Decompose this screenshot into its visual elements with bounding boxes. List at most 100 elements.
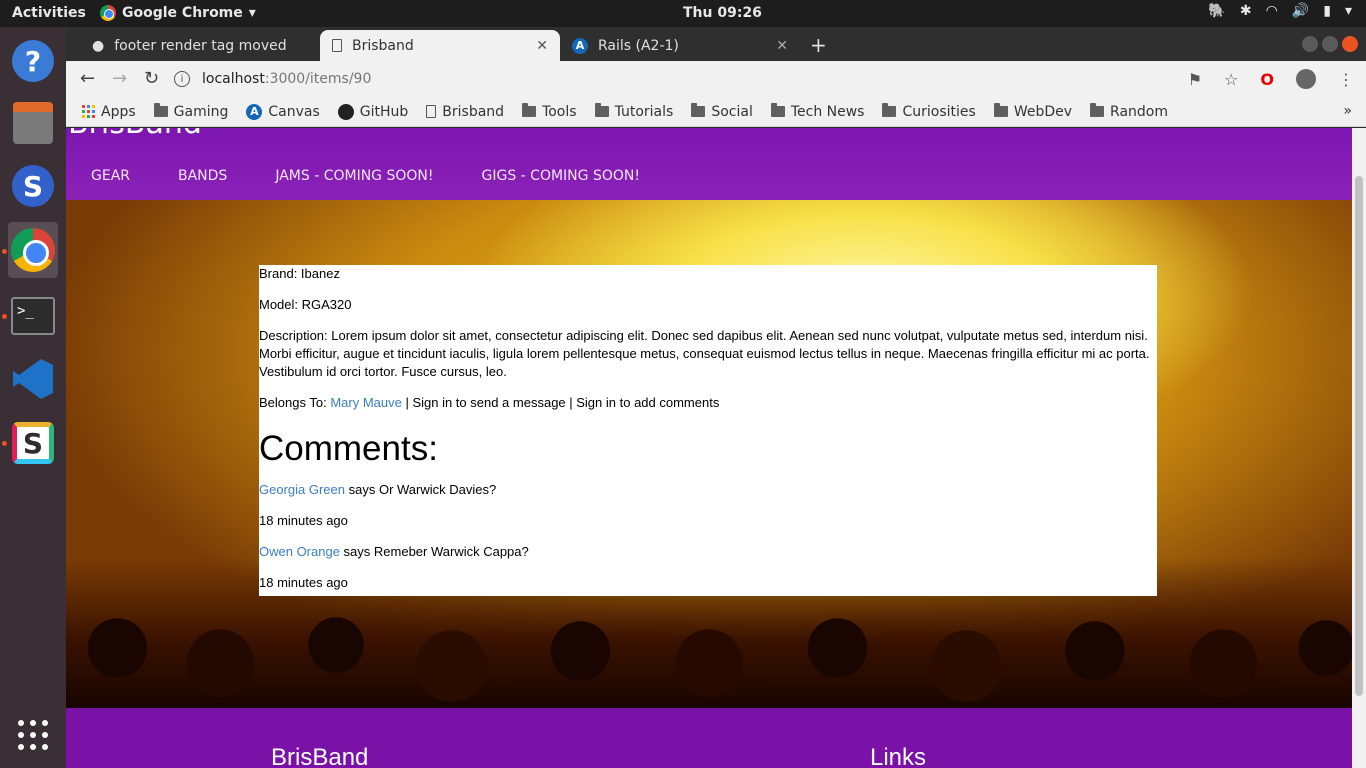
chevron-down-icon[interactable]: ▾ [1345,3,1352,19]
running-indicator [2,441,7,446]
close-icon[interactable]: ✕ [536,38,548,54]
bookmark-random[interactable]: Random [1090,103,1168,120]
show-apps-button[interactable] [8,707,58,763]
close-icon[interactable]: ✕ [776,38,788,54]
item-description: Description: Lorem ipsum dolor sit amet,… [259,328,1150,379]
page-scrollbar[interactable] [1352,128,1366,768]
window-controls [1302,36,1358,52]
dock-chrome[interactable] [8,222,58,278]
github-icon: ● [92,37,105,54]
bookmark-label: Brisband [442,103,505,120]
bookmark-tools[interactable]: Tools [522,103,577,120]
footer-links-heading: Links [870,744,927,768]
item-brand: Brand: Ibanez [259,266,340,281]
canvas-icon: A [246,103,263,120]
system-tray: 🐘 ✱ ◠ 🔊 ▮ ▾ [1208,3,1352,19]
tab-github[interactable]: ● footer render tag moved [80,30,320,61]
terminal-icon: >_ [11,297,55,335]
bookmarks-overflow-icon[interactable]: » [1343,103,1352,119]
system-top-bar: Activities Google Chrome ▾ Thu 09:26 🐘 ✱… [0,0,1366,27]
tab-title: footer render tag moved [114,37,287,54]
folder-icon [153,103,168,117]
comment-author-link[interactable]: Georgia Green [259,482,345,497]
address-bar[interactable]: i localhost:3000/items/90 [174,65,1164,93]
dock-files[interactable] [8,95,58,151]
activities-button[interactable]: Activities [12,5,86,21]
app-menu[interactable]: Google Chrome ▾ [100,5,256,21]
tab-title: Brisband [352,37,414,54]
avatar[interactable] [1296,69,1316,89]
comment-time: 18 minutes ago [259,575,348,590]
nav-gigs[interactable]: GIGS - COMING SOON! [482,168,640,184]
folder-icon [522,103,537,117]
bookmark-curiosities[interactable]: Curiosities [882,103,976,120]
nav-jams[interactable]: JAMS - COMING SOON! [275,168,433,184]
comment-time: 18 minutes ago [259,513,348,528]
dock-slack[interactable]: S [8,415,58,471]
simplenote-icon: S [12,165,54,207]
footer-brand: BrisBand [271,744,369,768]
bookmark-label: Tutorials [614,103,674,120]
opera-extension-icon[interactable]: O [1260,70,1274,89]
sign-in-links[interactable]: | Sign in to send a message | Sign in to… [402,395,719,410]
apps-grid-icon [18,720,48,750]
item-model: Model: RGA320 [259,297,352,312]
item-detail-card: Brand: Ibanez Model: RGA320 Description:… [259,265,1157,596]
bookmark-github[interactable]: GitHub [337,103,408,120]
translate-icon[interactable]: ⚑ [1188,70,1202,89]
bookmark-tutorials[interactable]: Tutorials [594,103,674,120]
url-path: :3000/items/90 [264,71,372,87]
maximize-button[interactable] [1322,36,1338,52]
bookmark-canvas[interactable]: A Canvas [246,103,320,120]
clock[interactable]: Thu 09:26 [683,5,762,21]
postgres-icon[interactable]: 🐘 [1208,3,1225,19]
menu-icon[interactable]: ⋮ [1338,70,1354,89]
tab-strip: ● footer render tag moved Brisband ✕ A R… [66,27,1366,61]
puzzle-icon[interactable]: ✱ [1240,3,1252,19]
bookmark-social[interactable]: Social [691,103,753,120]
minimize-button[interactable] [1302,36,1318,52]
folder-icon [1090,103,1105,117]
launcher-dock: ? S >_ S [0,27,66,768]
dock-help[interactable]: ? [8,33,58,89]
dock-terminal[interactable]: >_ [8,288,58,344]
page-viewport: BrisBand GEAR BANDS JAMS - COMING SOON! … [66,128,1352,768]
bookmark-gaming[interactable]: Gaming [153,103,229,120]
tab-title: Rails (A2-1) [598,37,679,54]
new-tab-button[interactable]: + [810,33,827,57]
close-window-button[interactable] [1342,36,1358,52]
comment-author-link[interactable]: Owen Orange [259,544,340,559]
github-icon [337,103,354,120]
bookmark-brisband[interactable]: Brisband [426,104,504,120]
nav-bands[interactable]: BANDS [178,168,227,184]
site-header: BrisBand GEAR BANDS JAMS - COMING SOON! … [66,128,1352,200]
battery-icon[interactable]: ▮ [1323,3,1331,19]
tab-brisband[interactable]: Brisband ✕ [320,30,560,61]
owner-link[interactable]: Mary Mauve [330,395,402,410]
bookmark-label: Gaming [173,103,229,120]
nav-gear[interactable]: GEAR [91,168,130,184]
info-icon[interactable]: i [174,71,190,87]
folder-icon [882,103,897,117]
folder-icon [993,103,1008,117]
apps-grid-icon [82,105,95,118]
forward-button[interactable]: → [112,68,127,89]
volume-icon[interactable]: 🔊 [1292,3,1309,19]
bookmark-webdev[interactable]: WebDev [993,103,1072,120]
dock-simplenote[interactable]: S [8,158,58,214]
belongs-prefix: Belongs To: [259,395,331,410]
dock-vscode[interactable] [8,351,58,407]
files-icon [13,102,53,144]
bookmark-apps[interactable]: Apps [82,104,136,120]
back-button[interactable]: ← [80,68,95,89]
scrollbar-thumb[interactable] [1355,176,1363,696]
reload-button[interactable]: ↻ [144,68,159,89]
wifi-icon[interactable]: ◠ [1266,3,1278,19]
star-icon[interactable]: ☆ [1224,70,1238,89]
site-brand[interactable]: BrisBand [68,128,202,141]
bookmark-tech-news[interactable]: Tech News [770,103,864,120]
site-nav: GEAR BANDS JAMS - COMING SOON! GIGS - CO… [91,168,640,184]
slack-icon: S [12,422,54,464]
bookmark-label: Social [711,103,753,120]
tab-canvas[interactable]: A Rails (A2-1) ✕ [560,30,800,61]
